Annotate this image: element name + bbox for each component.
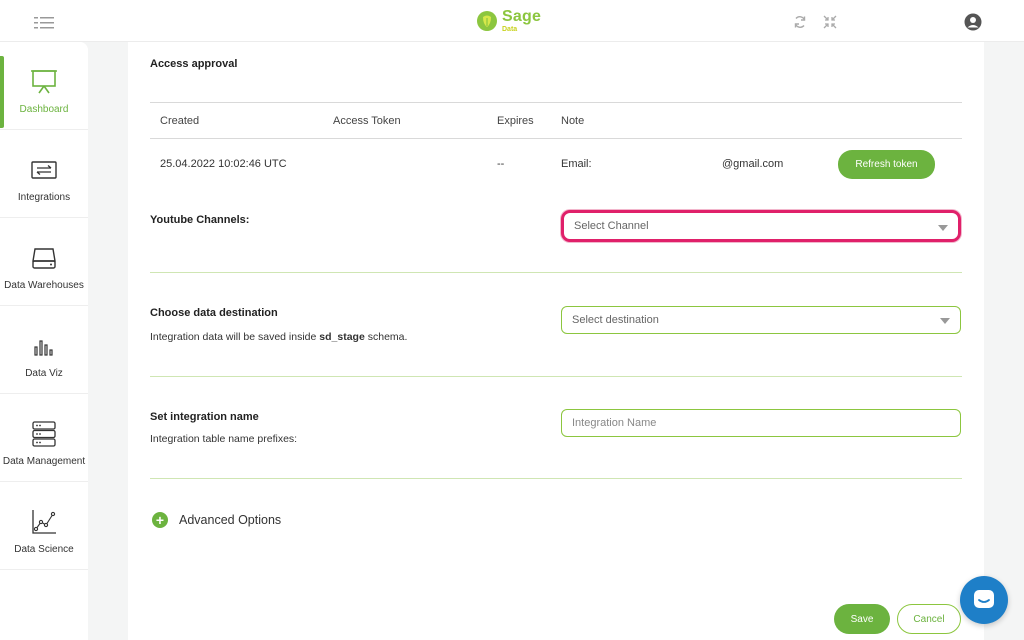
plus-circle-icon: +: [152, 512, 168, 528]
sidebar-item-data-viz[interactable]: Data Viz: [0, 306, 88, 394]
sidebar-item-data-science[interactable]: Data Science: [0, 482, 88, 570]
logo-sub: Data: [502, 26, 518, 33]
divider: [150, 376, 962, 377]
note-email-value: @gmail.com: [722, 158, 784, 170]
refresh-icon[interactable]: [793, 15, 807, 29]
logo-name: Sage: [502, 8, 542, 25]
choose-destination-title: Choose data destination: [150, 307, 278, 319]
destination-description: Integration data will be saved inside sd…: [150, 331, 408, 343]
token-expires-value: --: [497, 158, 505, 170]
bar-chart-icon: [34, 340, 53, 356]
integration-name-input[interactable]: [561, 409, 961, 437]
sidebar-item-data-warehouses[interactable]: Data Warehouses: [0, 218, 88, 306]
sidebar: Dashboard Integrations Data Warehouses D…: [0, 42, 88, 640]
youtube-channel-placeholder: Select Channel: [574, 220, 649, 232]
sidebar-item-label: Integrations: [17, 192, 71, 203]
access-approval-title: Access approval: [150, 58, 238, 70]
sidebar-item-label: Data Viz: [25, 368, 63, 379]
presentation-board-icon: [31, 70, 57, 94]
chat-support-button[interactable]: [960, 576, 1008, 624]
divider: [150, 102, 962, 103]
account-icon[interactable]: [964, 13, 982, 31]
integration-name-title: Set integration name: [150, 411, 259, 423]
sidebar-item-label: Data Science: [14, 544, 74, 555]
column-header-expires: Expires: [497, 115, 534, 127]
cancel-button[interactable]: Cancel: [897, 604, 961, 634]
hard-drive-icon: [32, 248, 56, 269]
sidebar-item-integrations[interactable]: Integrations: [0, 130, 88, 218]
advanced-options-label: Advanced Options: [179, 513, 282, 527]
top-bar: Sage Data: [0, 0, 1024, 42]
column-header-access-token: Access Token: [333, 115, 401, 127]
divider: [150, 138, 962, 139]
divider: [150, 272, 962, 273]
sage-leaf-icon: [477, 11, 497, 31]
token-created-value: 25.04.2022 10:02:46 UTC: [160, 158, 287, 170]
sidebar-item-dashboard[interactable]: Dashboard: [0, 42, 88, 130]
youtube-channel-select[interactable]: Select Channel: [561, 210, 961, 242]
column-header-note: Note: [561, 115, 585, 127]
integration-prefix-description: Integration table name prefixes:: [150, 433, 298, 445]
sidebar-item-data-management[interactable]: Data Management: [0, 394, 88, 482]
scatter-line-icon: [32, 510, 56, 534]
note-email-label: Email:: [561, 158, 592, 170]
save-button[interactable]: Save: [834, 604, 890, 634]
chat-icon: [974, 590, 994, 608]
destination-placeholder: Select destination: [572, 314, 659, 326]
advanced-options-toggle[interactable]: + Advanced Options: [152, 512, 281, 528]
sidebar-item-label: Dashboard: [19, 104, 69, 115]
divider: [150, 478, 962, 479]
menu-toggle-icon[interactable]: [34, 16, 54, 30]
server-stack-icon: [32, 421, 56, 447]
transfer-arrows-icon: [31, 161, 57, 179]
refresh-token-button[interactable]: Refresh token: [838, 150, 935, 179]
integration-form-card: Access approval Created Access Token Exp…: [128, 42, 984, 640]
sidebar-item-label: Data Warehouses: [4, 280, 84, 291]
sidebar-item-label: Data Management: [2, 456, 86, 467]
chevron-down-icon: [940, 318, 950, 324]
chevron-down-icon: [938, 225, 948, 231]
sage-data-logo[interactable]: Sage Data: [476, 8, 541, 34]
youtube-channels-label: Youtube Channels:: [150, 214, 250, 226]
schema-name: sd_stage: [319, 331, 365, 343]
column-header-created: Created: [160, 115, 200, 127]
collapse-icon[interactable]: [823, 15, 837, 29]
destination-select[interactable]: Select destination: [561, 306, 961, 334]
